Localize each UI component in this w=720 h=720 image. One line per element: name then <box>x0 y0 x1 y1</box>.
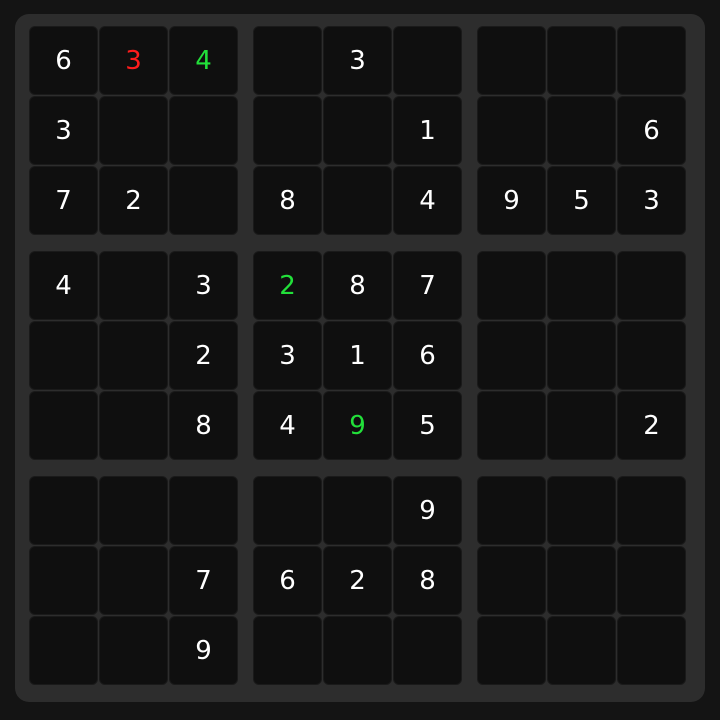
sudoku-cell-r1-c6[interactable] <box>393 26 462 95</box>
sudoku-cell-r5-c7[interactable] <box>477 321 546 390</box>
sudoku-cell-r9-c4[interactable] <box>253 616 322 685</box>
sudoku-cell-r5-c8[interactable] <box>547 321 616 390</box>
sudoku-cell-r9-c7[interactable] <box>477 616 546 685</box>
sudoku-cell-r9-c2[interactable] <box>99 616 168 685</box>
sudoku-cell-r9-c1[interactable] <box>29 616 98 685</box>
sudoku-cell-r3-c6[interactable]: 4 <box>393 166 462 235</box>
sudoku-board: 6343316728495343287231684952976289 <box>15 14 705 702</box>
sudoku-cell-r2-c8[interactable] <box>547 96 616 165</box>
sudoku-cell-r1-c8[interactable] <box>547 26 616 95</box>
sudoku-cell-r1-c2[interactable]: 3 <box>99 26 168 95</box>
sudoku-cell-r6-c2[interactable] <box>99 391 168 460</box>
sudoku-cell-r3-c7[interactable]: 9 <box>477 166 546 235</box>
sudoku-cell-r9-c5[interactable] <box>323 616 392 685</box>
sudoku-cell-r8-c7[interactable] <box>477 546 546 615</box>
sudoku-cell-r2-c7[interactable] <box>477 96 546 165</box>
sudoku-cell-r7-c2[interactable] <box>99 476 168 545</box>
sudoku-cell-r3-c8[interactable]: 5 <box>547 166 616 235</box>
sudoku-cell-r5-c4[interactable]: 3 <box>253 321 322 390</box>
sudoku-cell-r4-c1[interactable]: 4 <box>29 251 98 320</box>
sudoku-cell-r5-c9[interactable] <box>617 321 686 390</box>
sudoku-cell-r3-c1[interactable]: 7 <box>29 166 98 235</box>
sudoku-cell-r7-c3[interactable] <box>169 476 238 545</box>
sudoku-cell-r6-c3[interactable]: 8 <box>169 391 238 460</box>
sudoku-cell-r9-c9[interactable] <box>617 616 686 685</box>
sudoku-cell-r1-c4[interactable] <box>253 26 322 95</box>
sudoku-cell-r7-c5[interactable] <box>323 476 392 545</box>
sudoku-cell-r8-c1[interactable] <box>29 546 98 615</box>
sudoku-cell-r6-c8[interactable] <box>547 391 616 460</box>
sudoku-cell-r4-c4[interactable]: 2 <box>253 251 322 320</box>
sudoku-cell-r2-c2[interactable] <box>99 96 168 165</box>
sudoku-cell-r3-c2[interactable]: 2 <box>99 166 168 235</box>
sudoku-cell-r3-c5[interactable] <box>323 166 392 235</box>
sudoku-cell-r8-c4[interactable]: 6 <box>253 546 322 615</box>
sudoku-cell-r4-c6[interactable]: 7 <box>393 251 462 320</box>
sudoku-cell-r4-c3[interactable]: 3 <box>169 251 238 320</box>
sudoku-cell-r9-c6[interactable] <box>393 616 462 685</box>
sudoku-cell-r6-c1[interactable] <box>29 391 98 460</box>
sudoku-cell-r7-c4[interactable] <box>253 476 322 545</box>
sudoku-cell-r6-c4[interactable]: 4 <box>253 391 322 460</box>
sudoku-cell-r8-c8[interactable] <box>547 546 616 615</box>
sudoku-cell-r7-c9[interactable] <box>617 476 686 545</box>
sudoku-cell-r1-c9[interactable] <box>617 26 686 95</box>
sudoku-cell-r5-c2[interactable] <box>99 321 168 390</box>
sudoku-cell-r1-c7[interactable] <box>477 26 546 95</box>
sudoku-cell-r5-c1[interactable] <box>29 321 98 390</box>
sudoku-cell-r9-c8[interactable] <box>547 616 616 685</box>
sudoku-cell-r2-c3[interactable] <box>169 96 238 165</box>
sudoku-cell-r8-c5[interactable]: 2 <box>323 546 392 615</box>
sudoku-cell-r4-c5[interactable]: 8 <box>323 251 392 320</box>
sudoku-cell-r4-c2[interactable] <box>99 251 168 320</box>
sudoku-cell-r5-c3[interactable]: 2 <box>169 321 238 390</box>
sudoku-cell-r1-c1[interactable]: 6 <box>29 26 98 95</box>
sudoku-cell-r4-c7[interactable] <box>477 251 546 320</box>
sudoku-cell-r8-c3[interactable]: 7 <box>169 546 238 615</box>
sudoku-cell-r6-c7[interactable] <box>477 391 546 460</box>
sudoku-cell-r2-c9[interactable]: 6 <box>617 96 686 165</box>
sudoku-cell-r5-c6[interactable]: 6 <box>393 321 462 390</box>
sudoku-cell-r6-c9[interactable]: 2 <box>617 391 686 460</box>
sudoku-cell-r3-c4[interactable]: 8 <box>253 166 322 235</box>
sudoku-cell-r2-c5[interactable] <box>323 96 392 165</box>
sudoku-cell-r9-c3[interactable]: 9 <box>169 616 238 685</box>
sudoku-cell-r2-c6[interactable]: 1 <box>393 96 462 165</box>
sudoku-cell-r8-c6[interactable]: 8 <box>393 546 462 615</box>
sudoku-cell-r7-c8[interactable] <box>547 476 616 545</box>
sudoku-cell-r2-c1[interactable]: 3 <box>29 96 98 165</box>
sudoku-cell-r5-c5[interactable]: 1 <box>323 321 392 390</box>
sudoku-cell-r7-c7[interactable] <box>477 476 546 545</box>
sudoku-cell-r4-c8[interactable] <box>547 251 616 320</box>
sudoku-cell-r1-c3[interactable]: 4 <box>169 26 238 95</box>
sudoku-cell-r7-c6[interactable]: 9 <box>393 476 462 545</box>
sudoku-cell-r3-c9[interactable]: 3 <box>617 166 686 235</box>
sudoku-cell-r3-c3[interactable] <box>169 166 238 235</box>
sudoku-cell-r8-c2[interactable] <box>99 546 168 615</box>
sudoku-cell-r6-c5[interactable]: 9 <box>323 391 392 460</box>
sudoku-cell-r8-c9[interactable] <box>617 546 686 615</box>
sudoku-cell-r1-c5[interactable]: 3 <box>323 26 392 95</box>
sudoku-cell-r4-c9[interactable] <box>617 251 686 320</box>
sudoku-cell-r7-c1[interactable] <box>29 476 98 545</box>
sudoku-cell-r6-c6[interactable]: 5 <box>393 391 462 460</box>
sudoku-cell-r2-c4[interactable] <box>253 96 322 165</box>
